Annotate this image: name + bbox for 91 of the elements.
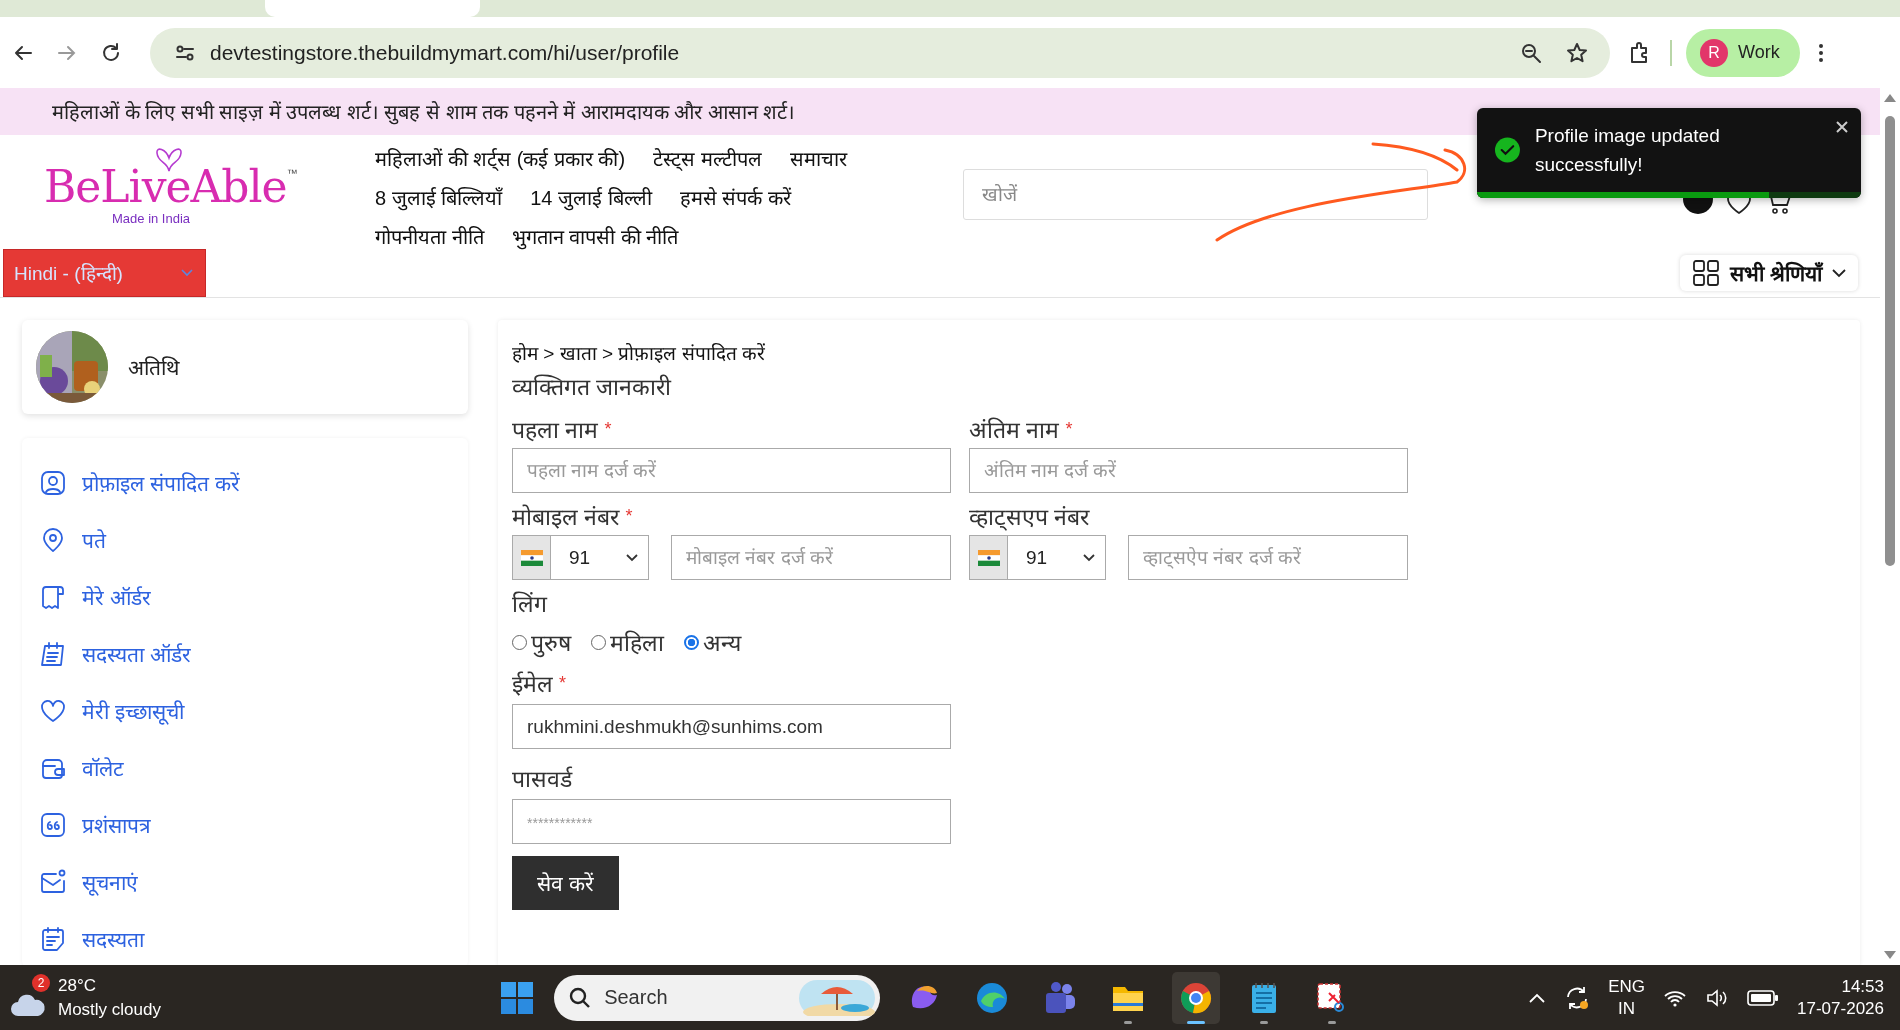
field-label: अंतिम नाम bbox=[969, 416, 1060, 445]
taskbar-search[interactable]: Search bbox=[554, 974, 881, 1021]
required-mark: * bbox=[625, 505, 633, 527]
required-mark: * bbox=[1065, 418, 1073, 440]
zoom-icon[interactable] bbox=[1520, 41, 1542, 64]
password-field[interactable]: ************ bbox=[512, 799, 951, 844]
chevron-up-icon[interactable] bbox=[1528, 991, 1547, 1004]
india-flag-icon bbox=[977, 549, 1000, 566]
taskbar-app[interactable] bbox=[1172, 971, 1221, 1024]
sidebar-item[interactable]: प्रशंसापत्र bbox=[40, 796, 450, 853]
country-code-select[interactable]: 91 bbox=[512, 535, 649, 580]
nav-link[interactable]: 8 जुलाई बिल्लियाँ bbox=[375, 184, 503, 211]
chevron-down-icon bbox=[626, 553, 638, 562]
language-indicator[interactable]: ENG IN bbox=[1608, 975, 1646, 1020]
breadcrumb: होम > खाता > प्रोफ़ाइल संपादित करें bbox=[512, 342, 766, 366]
nav-link[interactable]: महिलाओं की शर्ट्स (कई प्रकार की) bbox=[375, 145, 626, 172]
profile-button[interactable]: R Work bbox=[1686, 28, 1800, 77]
sidebar-item[interactable]: सदस्यता ऑर्डर bbox=[40, 625, 450, 682]
nav-link[interactable]: हमसे संपर्क करें bbox=[679, 184, 791, 211]
save-button[interactable]: सेव करें bbox=[512, 856, 619, 910]
sidebar-item[interactable]: पते bbox=[40, 511, 450, 568]
input-field[interactable]: पहला नाम दर्ज करें bbox=[512, 448, 951, 493]
radio-option[interactable]: पुरुष bbox=[512, 626, 571, 658]
country-code-select[interactable]: 91 bbox=[969, 535, 1106, 580]
receipt-icon bbox=[40, 583, 66, 610]
field-label: पासवर्ड bbox=[512, 765, 572, 794]
address-bar[interactable]: devtestingstore.thebuildmymart.com/hi/user/profile bbox=[150, 27, 1610, 78]
sidebar-item[interactable]: मेरी इच्छासूची bbox=[40, 682, 450, 739]
heart-icon bbox=[40, 697, 66, 724]
logo-text: BeLiveAble bbox=[44, 163, 287, 211]
battery-icon[interactable] bbox=[1747, 988, 1780, 1007]
reload-icon[interactable] bbox=[100, 41, 122, 64]
nav-link[interactable]: 14 जुलाई बिल्ली bbox=[530, 184, 652, 211]
sidebar-item[interactable]: वॉलेट bbox=[40, 739, 450, 796]
required-mark: * bbox=[604, 418, 612, 440]
nav-link[interactable]: टेस्ट्स मल्टीपल bbox=[653, 145, 762, 172]
weather-text: Mostly cloudy bbox=[58, 998, 161, 1021]
input-field[interactable]: rukhmini.deshmukh@sunhims.com bbox=[512, 704, 951, 749]
browser-icon bbox=[1179, 980, 1214, 1015]
radio-option[interactable]: महिला bbox=[591, 626, 664, 658]
field-label: मोबाइल नंबर bbox=[512, 503, 620, 532]
temperature-text: 28°C bbox=[58, 974, 97, 997]
clock[interactable]: 14:53 17-07-2026 bbox=[1797, 975, 1884, 1020]
nav-link[interactable]: समाचार bbox=[789, 145, 847, 172]
search-field[interactable]: खोजें bbox=[963, 169, 1428, 220]
input-field[interactable]: व्हाट्सऐप नंबर दर्ज करें bbox=[1128, 535, 1408, 580]
bookmark-star-icon[interactable] bbox=[1566, 41, 1588, 64]
sidebar-item[interactable]: प्रोफ़ाइल संपादित करें bbox=[40, 454, 450, 511]
input-field[interactable]: मोबाइल नंबर दर्ज करें bbox=[671, 535, 951, 580]
close-icon[interactable] bbox=[1835, 120, 1849, 134]
menu-icon[interactable] bbox=[1817, 41, 1824, 64]
scrollbar-thumb[interactable] bbox=[1885, 116, 1895, 566]
chevron-down-icon bbox=[1832, 268, 1846, 278]
profile-icon bbox=[40, 469, 66, 496]
success-check-icon bbox=[1494, 136, 1521, 164]
grid-icon bbox=[1692, 259, 1721, 287]
field-label: पहला नाम bbox=[512, 416, 599, 445]
url-text: devtestingstore.thebuildmymart.com/hi/user/profile bbox=[210, 40, 680, 65]
categories-button[interactable]: सभी श्रेणियाँ bbox=[1680, 255, 1858, 291]
radio-option[interactable]: अन्य bbox=[684, 626, 741, 658]
weather-widget[interactable]: 2 28°C Mostly cloudy bbox=[10, 973, 501, 1022]
sync-icon[interactable] bbox=[1564, 984, 1591, 1011]
sidebar-item[interactable]: सदस्यता bbox=[40, 910, 450, 965]
required-mark: * bbox=[559, 672, 566, 694]
section-title: व्यक्तिगत जानकारी bbox=[512, 373, 673, 402]
calendar-icon bbox=[40, 640, 66, 667]
wave-icon bbox=[975, 980, 1010, 1015]
nav-link[interactable]: गोपनीयता नीति bbox=[375, 223, 484, 250]
sidebar-item[interactable]: सूचनाएं bbox=[40, 853, 450, 910]
notification-badge: 2 bbox=[32, 973, 50, 992]
input-field[interactable]: अंतिम नाम दर्ज करें bbox=[969, 448, 1408, 493]
profile-label: Work bbox=[1738, 42, 1780, 63]
start-icon[interactable] bbox=[500, 980, 535, 1015]
india-flag-icon bbox=[520, 549, 543, 566]
people-icon bbox=[1043, 980, 1078, 1015]
user-name: अतिथि bbox=[128, 355, 179, 381]
nav-link[interactable]: भुगतान वापसी की नीति bbox=[511, 223, 679, 250]
profile-avatar: R bbox=[1700, 38, 1728, 67]
chevron-down-icon bbox=[181, 269, 193, 277]
mail-icon bbox=[40, 868, 66, 895]
quote-icon bbox=[40, 811, 66, 838]
sidebar-item[interactable]: मेरे ऑर्डर bbox=[40, 568, 450, 625]
scroll-up-arrow[interactable] bbox=[1884, 94, 1896, 102]
trademark-mark: ™ bbox=[286, 167, 298, 179]
chevron-down-icon bbox=[1083, 553, 1095, 562]
location-pin-icon bbox=[40, 526, 66, 553]
field-label: लिंग bbox=[512, 590, 549, 619]
logo-tagline: Made in India bbox=[112, 211, 191, 226]
field-label: ईमेल bbox=[512, 670, 553, 699]
note-icon bbox=[40, 925, 66, 952]
field-label: व्हाट्सएप नंबर bbox=[969, 503, 1090, 532]
